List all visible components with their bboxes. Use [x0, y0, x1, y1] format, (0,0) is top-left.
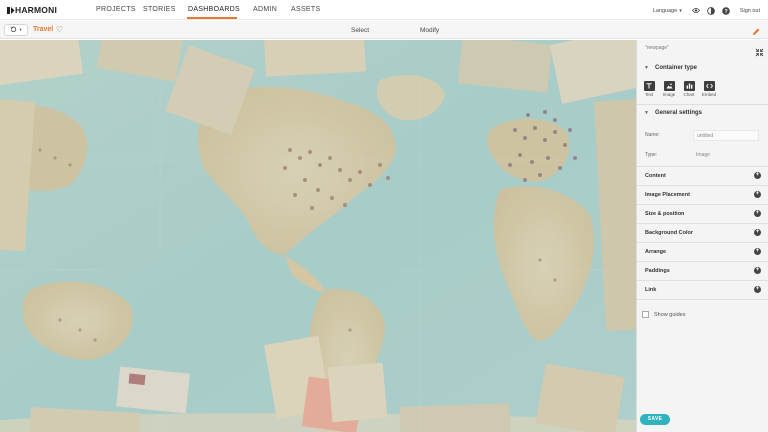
- container-type-text[interactable]: Text: [639, 81, 659, 101]
- tab-modify[interactable]: Modify: [420, 27, 439, 34]
- container-type-label: Chart: [683, 92, 695, 97]
- sign-out-link[interactable]: Sign out: [740, 8, 760, 14]
- nav-stories[interactable]: STORIES: [143, 6, 176, 13]
- section-label: Content: [645, 173, 666, 179]
- history-dropdown[interactable]: ▾: [4, 24, 28, 36]
- type-label: Type:: [645, 152, 658, 158]
- history-icon: [10, 25, 17, 35]
- plus-icon[interactable]: +: [754, 229, 761, 236]
- container-type-label: Image: [662, 92, 676, 97]
- eye-icon[interactable]: [691, 7, 700, 15]
- plus-icon[interactable]: +: [754, 210, 761, 217]
- chevron-down-icon: ▼: [644, 65, 649, 71]
- chevron-down-icon: ▾: [679, 7, 682, 14]
- section-label: Link: [645, 287, 657, 293]
- section-paddings[interactable]: Paddings +: [637, 262, 768, 281]
- language-dropdown[interactable]: Language ▾: [653, 8, 682, 14]
- container-type-options: Text Image Chart Embed: [639, 81, 719, 101]
- section-label: Background Color: [645, 230, 693, 236]
- show-guides-checkbox[interactable]: [642, 311, 649, 318]
- plus-icon[interactable]: +: [754, 267, 761, 274]
- embed-icon: [703, 81, 715, 91]
- chevron-down-icon: ▼: [644, 110, 649, 116]
- general-settings-heading: General settings: [655, 110, 703, 116]
- top-nav: HARMONI PROJECTS STORIES DASHBOARDS ADMI…: [0, 0, 768, 20]
- section-content[interactable]: Content +: [637, 167, 768, 186]
- name-label: Name:: [645, 132, 660, 138]
- help-icon[interactable]: ?: [722, 6, 730, 15]
- properties-panel: "newpage" ▼ Container type Text Image Ch…: [636, 40, 768, 432]
- container-type-label: Text: [644, 92, 654, 97]
- image-container[interactable]: [0, 40, 636, 432]
- container-type-label: Embed: [701, 92, 717, 97]
- panel-title: "newpage": [645, 45, 669, 51]
- logo-mark-icon: [7, 6, 15, 14]
- contrast-icon[interactable]: [706, 6, 715, 15]
- container-type-image[interactable]: Image: [659, 81, 679, 101]
- nav-admin[interactable]: ADMIN: [253, 6, 277, 13]
- active-tab-indicator: [187, 17, 237, 19]
- section-background-color[interactable]: Background Color +: [637, 224, 768, 243]
- section-label: Arrange: [645, 249, 667, 255]
- show-guides-toggle[interactable]: Show guides: [642, 311, 686, 318]
- section-arrange[interactable]: Arrange +: [637, 243, 768, 262]
- type-value: Image: [696, 152, 710, 158]
- pencil-icon[interactable]: [751, 24, 761, 36]
- heart-icon[interactable]: ♡: [56, 25, 63, 34]
- plus-icon[interactable]: +: [754, 172, 761, 179]
- container-type-chart[interactable]: Chart: [679, 81, 699, 101]
- editor-toolbar: ▾ Travel ♡ Select Modify: [0, 21, 768, 39]
- tab-select[interactable]: Select: [351, 27, 369, 34]
- nav-assets[interactable]: ASSETS: [291, 6, 320, 13]
- world-map-image: [0, 40, 636, 432]
- section-label: Paddings: [645, 268, 670, 274]
- harmoni-logo[interactable]: HARMONI: [7, 5, 57, 15]
- logo-text: HARMONI: [15, 5, 58, 15]
- image-icon: [663, 81, 675, 91]
- chart-icon: [683, 81, 695, 91]
- container-type-header[interactable]: ▼ Container type: [637, 61, 768, 75]
- divider: [637, 104, 768, 105]
- plus-icon[interactable]: +: [754, 248, 761, 255]
- general-settings-header[interactable]: ▼ General settings: [637, 106, 768, 120]
- nav-projects[interactable]: PROJECTS: [96, 6, 136, 13]
- section-size-position[interactable]: Size & position +: [637, 205, 768, 224]
- name-field[interactable]: untitled: [693, 130, 759, 141]
- text-icon: [643, 81, 655, 91]
- section-label: Size & position: [645, 211, 685, 217]
- plus-icon[interactable]: +: [754, 191, 761, 198]
- chevron-down-icon: ▾: [19, 27, 22, 32]
- save-button[interactable]: SAVE: [640, 414, 670, 425]
- top-right-tools: Language ▾ ? Sign out: [653, 5, 760, 16]
- language-label: Language: [652, 7, 678, 14]
- section-link[interactable]: Link +: [637, 281, 768, 300]
- container-type-heading: Container type: [655, 65, 698, 71]
- collapse-icon[interactable]: [755, 44, 764, 57]
- show-guides-label: Show guides: [654, 311, 686, 318]
- plus-icon[interactable]: +: [754, 286, 761, 293]
- section-image-placement[interactable]: Image Placement +: [637, 186, 768, 205]
- container-type-embed[interactable]: Embed: [699, 81, 719, 101]
- nav-dashboards[interactable]: DASHBOARDS: [188, 6, 240, 13]
- section-label: Image Placement: [645, 192, 690, 198]
- story-name[interactable]: Travel: [33, 26, 53, 33]
